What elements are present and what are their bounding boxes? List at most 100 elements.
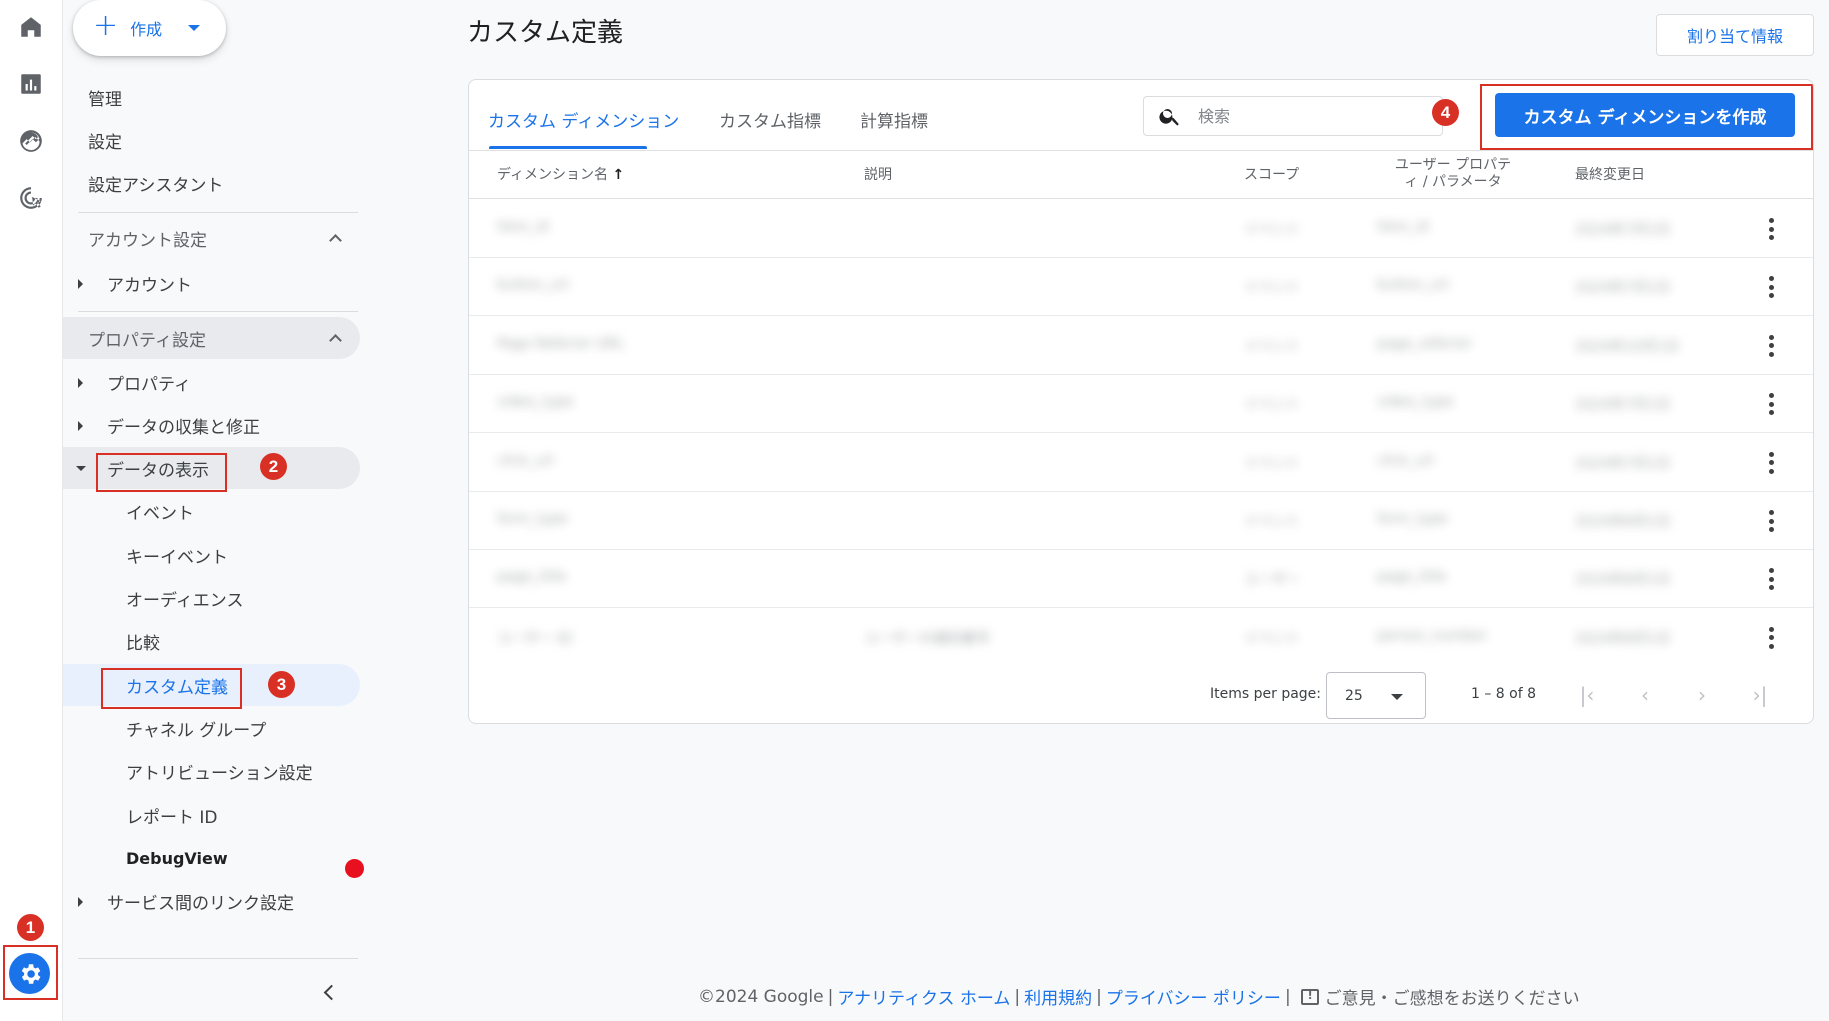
footer-home-link[interactable]: アナリティクス ホーム — [837, 984, 1010, 1009]
cell-name: Page Referrer URL — [497, 335, 625, 352]
cell-name: item_id — [497, 219, 549, 235]
more-vert-icon[interactable] — [1769, 510, 1775, 532]
more-vert-icon[interactable] — [1769, 218, 1775, 240]
table-header: ディメンション名 ↑ 説明 スコープ ユーザー プロパテ ィ / パラメータ 最… — [469, 151, 1813, 199]
items-per-page-select[interactable]: 25 — [1326, 672, 1426, 719]
collapse-nav-button[interactable] — [313, 977, 343, 1007]
column-header-name[interactable]: ディメンション名 ↑ — [497, 167, 624, 184]
nav-events[interactable]: イベント — [63, 490, 360, 532]
nav-label: データの収集と修正 — [107, 417, 260, 438]
nav-channel-groups[interactable]: チャネル グループ — [63, 707, 360, 749]
nav-setup-assistant[interactable]: 設定アシスタント — [63, 162, 360, 204]
more-vert-icon[interactable] — [1769, 393, 1775, 416]
feedback-icon — [1300, 988, 1319, 1005]
items-per-page-label: Items per page: — [1210, 686, 1322, 702]
nav-settings[interactable]: 設定 — [63, 119, 360, 161]
table-row[interactable]: item_id イベント item_id 2024年7月1日 — [469, 200, 1813, 258]
nav-label: アカウント設定 — [88, 230, 207, 251]
footer: ©2024 Google | アナリティクス ホーム | 利用規約 | プライバ… — [698, 984, 1580, 1010]
nav-account[interactable]: アカウント — [63, 262, 360, 304]
nav-divider — [78, 311, 358, 312]
nav-key-events[interactable]: キーイベント — [63, 534, 360, 576]
cell-param: page_title — [1377, 569, 1447, 586]
create-button[interactable]: + 作成 — [73, 0, 226, 56]
nav-report-id[interactable]: レポート ID — [63, 794, 360, 836]
nav-label: 設定アシスタント — [88, 175, 224, 196]
tab-custom-metrics[interactable]: カスタム指標 — [719, 107, 821, 132]
nav-label: レポート ID — [126, 807, 218, 828]
more-vert-icon[interactable] — [1769, 334, 1775, 357]
cell-date: 2024年10月1日 — [1575, 338, 1680, 355]
reports-icon[interactable] — [11, 64, 51, 104]
last-page-icon[interactable]: ›| — [1747, 682, 1773, 708]
more-vert-icon[interactable] — [1769, 276, 1775, 299]
cell-param: form_type — [1377, 511, 1448, 527]
cell-name: ユーザー ID — [497, 630, 573, 647]
cell-date: 2024年8月1日 — [1575, 514, 1671, 530]
table-row[interactable]: Page Referrer URL イベント page_referrer 2024年1… — [469, 317, 1813, 375]
nav-property-settings[interactable]: プロパティ設定 — [63, 317, 360, 359]
search-input[interactable] — [1198, 106, 1398, 126]
nav-divider — [78, 958, 358, 959]
next-page-icon[interactable]: › — [1689, 682, 1715, 708]
dropdown-arrow-icon — [1391, 694, 1403, 700]
create-custom-dimension-button[interactable]: カスタム ディメンションを作成 — [1495, 93, 1795, 137]
tab-calculated-metrics[interactable]: 計算指標 — [860, 107, 928, 132]
explore-icon[interactable] — [11, 121, 51, 161]
feedback-link[interactable]: ご意見・ご感想をお送りください — [1295, 984, 1580, 1009]
nav-comparisons[interactable]: 比較 — [63, 620, 360, 662]
expand-arrow-icon — [78, 378, 83, 388]
footer-privacy-link[interactable]: プライバシー ポリシー — [1106, 984, 1281, 1009]
chevron-up-icon — [329, 334, 342, 347]
nav-account-settings[interactable]: アカウント設定 — [63, 217, 360, 259]
first-page-icon[interactable]: |‹ — [1574, 682, 1600, 708]
table-row[interactable]: video_type イベント video_type 2024年7月1日 — [469, 375, 1813, 434]
more-vert-icon[interactable] — [1769, 451, 1775, 474]
nav-audiences[interactable]: オーディエンス — [63, 577, 360, 619]
table-row[interactable]: click_url イベント click_url 2024年7月1日 — [469, 434, 1813, 492]
previous-page-icon[interactable]: ‹ — [1632, 682, 1658, 708]
assignment-info-button[interactable]: 割り当て情報 — [1656, 14, 1814, 56]
admin-gear-icon[interactable] — [9, 953, 50, 994]
advertising-icon[interactable] — [11, 178, 51, 218]
cell-date: 2024年7月1日 — [1575, 455, 1671, 472]
table-row[interactable]: form_type イベント form_type 2024年8月1日 — [469, 492, 1813, 550]
column-label: ディメンション名 — [497, 167, 609, 183]
table-row[interactable]: ユーザー ID ユーザーの識別番号 イベント person_number 2024年8月… — [469, 609, 1813, 667]
nav-label: オーディエンス — [126, 590, 244, 611]
nav-admin[interactable]: 管理 — [63, 76, 360, 118]
expand-arrow-icon — [78, 421, 83, 431]
plus-icon: + — [93, 8, 119, 43]
items-per-page-value: 25 — [1345, 687, 1363, 704]
more-vert-icon[interactable] — [1769, 568, 1775, 591]
cell-scope: イベント — [1244, 222, 1300, 238]
nav-attribution[interactable]: アトリビューション設定 — [63, 750, 360, 792]
table-row[interactable]: page_title ユーザー page_title 2024年8月1日 — [469, 550, 1813, 609]
tab-custom-dimensions[interactable]: カスタム ディメンション — [488, 107, 679, 132]
nav-label: キーイベント — [126, 547, 228, 568]
column-header-description: 説明 — [864, 167, 892, 183]
nav-label: イベント — [126, 503, 194, 524]
cell-date: 2024年7月1日 — [1575, 280, 1671, 297]
footer-terms-link[interactable]: 利用規約 — [1024, 984, 1092, 1009]
home-icon[interactable] — [11, 7, 51, 47]
cell-name: button_url — [497, 277, 569, 294]
cell-param: video_type — [1377, 394, 1454, 411]
nav-data-collection[interactable]: データの収集と修正 — [63, 404, 360, 446]
step-badge-1: 1 — [17, 914, 44, 941]
cell-date: 2024年8月1日 — [1575, 572, 1671, 589]
cell-scope: イベント — [1244, 280, 1300, 297]
more-vert-icon[interactable] — [1769, 626, 1775, 649]
nav-label: DebugView — [126, 848, 228, 868]
nav-debugview[interactable]: DebugView — [63, 837, 360, 879]
cell-param: button_url — [1377, 277, 1449, 294]
nav-label: 比較 — [126, 633, 160, 654]
nav-property[interactable]: プロパティ — [63, 361, 360, 403]
cell-name: click_url — [497, 452, 554, 469]
nav-label: アトリビューション設定 — [126, 763, 313, 784]
cell-date: 2024年8月1日 — [1575, 630, 1671, 647]
column-header-scope: スコープ — [1244, 167, 1300, 183]
table-row[interactable]: button_url イベント button_url 2024年7月1日 — [469, 258, 1813, 317]
search-field[interactable] — [1143, 96, 1443, 136]
nav-product-links[interactable]: サービス間のリンク設定 — [63, 880, 360, 922]
